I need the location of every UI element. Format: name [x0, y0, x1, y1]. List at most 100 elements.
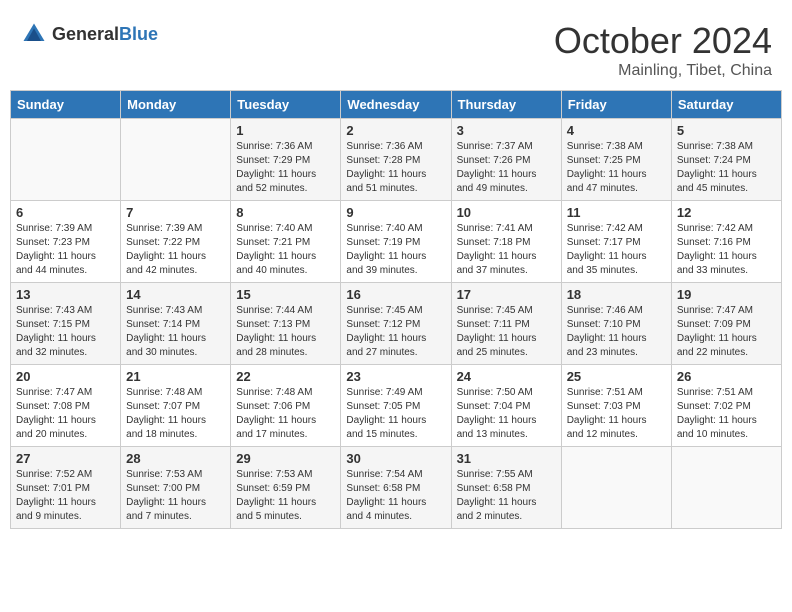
calendar-cell: 27 Sunrise: 7:52 AM Sunset: 7:01 PM Dayl…	[11, 447, 121, 529]
daylight-text: Daylight: 11 hours and 5 minutes.	[236, 497, 316, 522]
daylight-text: Daylight: 11 hours and 45 minutes.	[677, 169, 757, 194]
calendar-week-row: 27 Sunrise: 7:52 AM Sunset: 7:01 PM Dayl…	[11, 447, 782, 529]
day-info: Sunrise: 7:49 AM Sunset: 7:05 PM Dayligh…	[346, 386, 445, 442]
daylight-text: Daylight: 11 hours and 51 minutes.	[346, 169, 426, 194]
day-number: 1	[236, 123, 335, 138]
calendar-cell: 28 Sunrise: 7:53 AM Sunset: 7:00 PM Dayl…	[121, 447, 231, 529]
sunset-text: Sunset: 7:29 PM	[236, 155, 310, 166]
calendar-week-row: 20 Sunrise: 7:47 AM Sunset: 7:08 PM Dayl…	[11, 365, 782, 447]
day-number: 5	[677, 123, 776, 138]
sunrise-text: Sunrise: 7:42 AM	[567, 223, 643, 234]
sunrise-text: Sunrise: 7:38 AM	[567, 141, 643, 152]
day-number: 29	[236, 451, 335, 466]
daylight-text: Daylight: 11 hours and 32 minutes.	[16, 333, 96, 358]
sunrise-text: Sunrise: 7:53 AM	[126, 469, 202, 480]
calendar-cell: 19 Sunrise: 7:47 AM Sunset: 7:09 PM Dayl…	[671, 283, 781, 365]
sunset-text: Sunset: 7:22 PM	[126, 237, 200, 248]
daylight-text: Daylight: 11 hours and 37 minutes.	[457, 251, 537, 276]
daylight-text: Daylight: 11 hours and 2 minutes.	[457, 497, 537, 522]
day-info: Sunrise: 7:51 AM Sunset: 7:03 PM Dayligh…	[567, 386, 666, 442]
sunrise-text: Sunrise: 7:47 AM	[677, 305, 753, 316]
sunrise-text: Sunrise: 7:55 AM	[457, 469, 533, 480]
sunset-text: Sunset: 7:23 PM	[16, 237, 90, 248]
day-info: Sunrise: 7:42 AM Sunset: 7:16 PM Dayligh…	[677, 222, 776, 278]
daylight-text: Daylight: 11 hours and 18 minutes.	[126, 415, 206, 440]
day-info: Sunrise: 7:41 AM Sunset: 7:18 PM Dayligh…	[457, 222, 556, 278]
day-info: Sunrise: 7:36 AM Sunset: 7:29 PM Dayligh…	[236, 140, 335, 196]
logo: GeneralBlue	[20, 20, 158, 48]
day-number: 14	[126, 287, 225, 302]
day-number: 8	[236, 205, 335, 220]
month-title: October 2024	[554, 20, 772, 62]
daylight-text: Daylight: 11 hours and 15 minutes.	[346, 415, 426, 440]
weekday-header: Thursday	[451, 91, 561, 119]
day-info: Sunrise: 7:53 AM Sunset: 7:00 PM Dayligh…	[126, 468, 225, 524]
logo-blue: Blue	[119, 24, 158, 44]
day-number: 18	[567, 287, 666, 302]
sunset-text: Sunset: 7:04 PM	[457, 401, 531, 412]
day-number: 12	[677, 205, 776, 220]
sunset-text: Sunset: 7:21 PM	[236, 237, 310, 248]
day-number: 9	[346, 205, 445, 220]
sunrise-text: Sunrise: 7:48 AM	[236, 387, 312, 398]
daylight-text: Daylight: 11 hours and 39 minutes.	[346, 251, 426, 276]
day-info: Sunrise: 7:36 AM Sunset: 7:28 PM Dayligh…	[346, 140, 445, 196]
sunrise-text: Sunrise: 7:53 AM	[236, 469, 312, 480]
calendar-cell	[121, 119, 231, 201]
day-number: 3	[457, 123, 556, 138]
calendar-cell: 29 Sunrise: 7:53 AM Sunset: 6:59 PM Dayl…	[231, 447, 341, 529]
calendar-cell	[11, 119, 121, 201]
day-info: Sunrise: 7:51 AM Sunset: 7:02 PM Dayligh…	[677, 386, 776, 442]
day-number: 25	[567, 369, 666, 384]
sunset-text: Sunset: 7:19 PM	[346, 237, 420, 248]
calendar-cell: 30 Sunrise: 7:54 AM Sunset: 6:58 PM Dayl…	[341, 447, 451, 529]
calendar-cell: 22 Sunrise: 7:48 AM Sunset: 7:06 PM Dayl…	[231, 365, 341, 447]
calendar-cell: 4 Sunrise: 7:38 AM Sunset: 7:25 PM Dayli…	[561, 119, 671, 201]
day-info: Sunrise: 7:48 AM Sunset: 7:07 PM Dayligh…	[126, 386, 225, 442]
calendar-cell: 6 Sunrise: 7:39 AM Sunset: 7:23 PM Dayli…	[11, 201, 121, 283]
sunrise-text: Sunrise: 7:43 AM	[16, 305, 92, 316]
sunrise-text: Sunrise: 7:48 AM	[126, 387, 202, 398]
day-number: 7	[126, 205, 225, 220]
day-info: Sunrise: 7:43 AM Sunset: 7:14 PM Dayligh…	[126, 304, 225, 360]
logo-general: General	[52, 24, 119, 44]
daylight-text: Daylight: 11 hours and 20 minutes.	[16, 415, 96, 440]
calendar-cell: 7 Sunrise: 7:39 AM Sunset: 7:22 PM Dayli…	[121, 201, 231, 283]
day-info: Sunrise: 7:47 AM Sunset: 7:09 PM Dayligh…	[677, 304, 776, 360]
sunrise-text: Sunrise: 7:42 AM	[677, 223, 753, 234]
sunset-text: Sunset: 7:16 PM	[677, 237, 751, 248]
sunset-text: Sunset: 7:06 PM	[236, 401, 310, 412]
sunset-text: Sunset: 7:07 PM	[126, 401, 200, 412]
daylight-text: Daylight: 11 hours and 7 minutes.	[126, 497, 206, 522]
calendar-cell: 8 Sunrise: 7:40 AM Sunset: 7:21 PM Dayli…	[231, 201, 341, 283]
calendar-cell: 31 Sunrise: 7:55 AM Sunset: 6:58 PM Dayl…	[451, 447, 561, 529]
daylight-text: Daylight: 11 hours and 23 minutes.	[567, 333, 647, 358]
sunrise-text: Sunrise: 7:51 AM	[677, 387, 753, 398]
calendar-cell: 14 Sunrise: 7:43 AM Sunset: 7:14 PM Dayl…	[121, 283, 231, 365]
sunset-text: Sunset: 6:58 PM	[457, 483, 531, 494]
day-info: Sunrise: 7:53 AM Sunset: 6:59 PM Dayligh…	[236, 468, 335, 524]
day-number: 16	[346, 287, 445, 302]
sunrise-text: Sunrise: 7:37 AM	[457, 141, 533, 152]
sunrise-text: Sunrise: 7:39 AM	[16, 223, 92, 234]
daylight-text: Daylight: 11 hours and 40 minutes.	[236, 251, 316, 276]
daylight-text: Daylight: 11 hours and 44 minutes.	[16, 251, 96, 276]
day-info: Sunrise: 7:45 AM Sunset: 7:11 PM Dayligh…	[457, 304, 556, 360]
sunrise-text: Sunrise: 7:36 AM	[346, 141, 422, 152]
title-area: October 2024 Mainling, Tibet, China	[554, 20, 772, 80]
day-number: 24	[457, 369, 556, 384]
calendar-week-row: 6 Sunrise: 7:39 AM Sunset: 7:23 PM Dayli…	[11, 201, 782, 283]
sunrise-text: Sunrise: 7:40 AM	[346, 223, 422, 234]
sunrise-text: Sunrise: 7:46 AM	[567, 305, 643, 316]
calendar-cell: 17 Sunrise: 7:45 AM Sunset: 7:11 PM Dayl…	[451, 283, 561, 365]
daylight-text: Daylight: 11 hours and 35 minutes.	[567, 251, 647, 276]
daylight-text: Daylight: 11 hours and 47 minutes.	[567, 169, 647, 194]
sunset-text: Sunset: 6:59 PM	[236, 483, 310, 494]
sunrise-text: Sunrise: 7:41 AM	[457, 223, 533, 234]
sunrise-text: Sunrise: 7:43 AM	[126, 305, 202, 316]
sunset-text: Sunset: 7:01 PM	[16, 483, 90, 494]
day-info: Sunrise: 7:40 AM Sunset: 7:21 PM Dayligh…	[236, 222, 335, 278]
day-info: Sunrise: 7:47 AM Sunset: 7:08 PM Dayligh…	[16, 386, 115, 442]
sunset-text: Sunset: 7:13 PM	[236, 319, 310, 330]
sunset-text: Sunset: 7:26 PM	[457, 155, 531, 166]
